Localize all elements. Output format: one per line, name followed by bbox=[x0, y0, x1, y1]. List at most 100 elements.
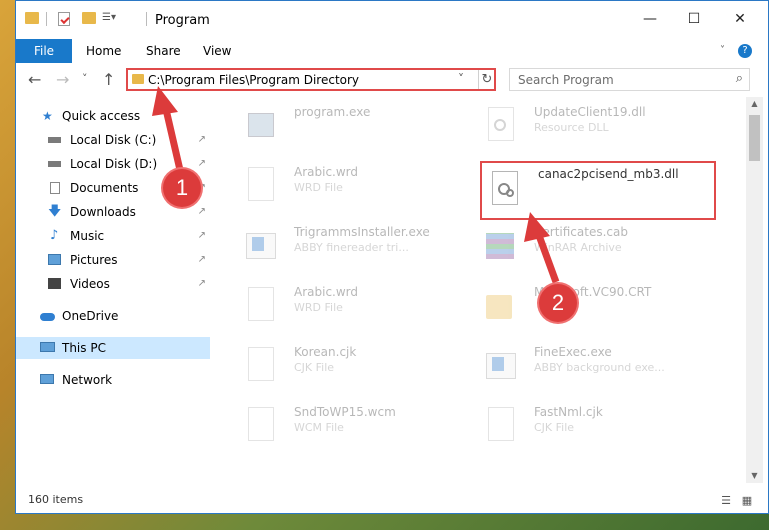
scroll-up-icon[interactable]: ▲ bbox=[746, 97, 763, 111]
maximize-button[interactable]: ☐ bbox=[672, 5, 716, 33]
file-item-fastnml-cjk[interactable]: FastNml.cjk CJK File bbox=[484, 403, 719, 447]
exe-icon bbox=[484, 347, 516, 383]
music-icon: ♪ bbox=[50, 228, 59, 243]
document-icon bbox=[244, 167, 274, 203]
nav-quick-access[interactable]: ★ Quick access bbox=[16, 105, 210, 127]
nav-local-disk-c[interactable]: Local Disk (C:) ↗ bbox=[16, 129, 210, 151]
file-name: Certificates.cab bbox=[534, 225, 628, 239]
file-name: FastNml.cjk bbox=[534, 405, 603, 419]
installer-icon bbox=[244, 227, 276, 263]
pin-icon[interactable]: ↗ bbox=[198, 201, 206, 223]
help-icon[interactable]: ? bbox=[738, 44, 752, 58]
large-icons-view-icon[interactable]: ▦ bbox=[740, 494, 754, 508]
nav-label: Videos bbox=[70, 277, 110, 291]
up-button[interactable]: ↑ bbox=[102, 70, 115, 89]
network-icon bbox=[40, 374, 54, 384]
file-item-certificates-cab[interactable]: Certificates.cab WinRAR Archive bbox=[484, 223, 719, 267]
file-explorer-window: ☰▾ Program — ☐ ✕ File Home Share View ˅ … bbox=[15, 0, 769, 514]
file-name: Arabic.wrd bbox=[294, 285, 359, 299]
properties-icon[interactable] bbox=[58, 12, 70, 26]
chevron-down-icon[interactable]: ˅ bbox=[458, 72, 464, 86]
search-placeholder: Search Program bbox=[518, 73, 614, 87]
file-item-trigramms-installer[interactable]: TrigrammsInstaller.exe ABBY finereader t… bbox=[244, 223, 479, 267]
window-title: Program bbox=[155, 13, 210, 28]
pin-icon[interactable]: ↗ bbox=[198, 273, 206, 295]
scroll-thumb[interactable] bbox=[749, 115, 760, 161]
file-type: WRD File bbox=[294, 181, 343, 194]
close-button[interactable]: ✕ bbox=[718, 5, 762, 33]
nav-label: Documents bbox=[70, 181, 139, 195]
details-view-icon[interactable]: ☰ bbox=[719, 494, 733, 508]
forward-button[interactable]: → bbox=[56, 70, 69, 89]
file-item-sndtowp15[interactable]: SndToWP15.wcm WCM File bbox=[244, 403, 479, 447]
nav-network[interactable]: Network bbox=[16, 369, 210, 391]
address-path[interactable]: C:\Program Files\Program Directory bbox=[148, 73, 359, 87]
pin-icon[interactable]: ↗ bbox=[198, 249, 206, 271]
customize-toolbar-icon[interactable]: ☰▾ bbox=[102, 12, 122, 24]
file-type: WinRAR Archive bbox=[534, 241, 622, 254]
file-item-fineexec-exe[interactable]: FineExec.exe ABBY background exe... bbox=[484, 343, 719, 387]
file-type: CJK File bbox=[294, 361, 335, 374]
pin-icon[interactable]: ↗ bbox=[198, 129, 206, 151]
nav-videos[interactable]: Videos ↗ bbox=[16, 273, 210, 295]
download-icon: 🡇 bbox=[48, 204, 62, 219]
file-type: CJK File bbox=[534, 421, 575, 434]
divider bbox=[46, 12, 47, 26]
file-item-program-exe[interactable]: program.exe bbox=[244, 103, 479, 147]
address-bar[interactable]: C:\Program Files\Program Directory ˅ ↻ bbox=[126, 68, 496, 91]
document-icon bbox=[484, 407, 514, 443]
pin-icon[interactable]: ↗ bbox=[198, 225, 206, 247]
back-button[interactable]: ← bbox=[28, 70, 41, 89]
refresh-button[interactable]: ↻ bbox=[478, 70, 495, 89]
folder-icon bbox=[25, 12, 39, 24]
ribbon-tabs: File Home Share View ˅ ? bbox=[16, 39, 768, 83]
file-type: ABBY finereader tri... bbox=[294, 241, 409, 254]
expand-ribbon-icon[interactable]: ˅ bbox=[708, 39, 737, 63]
status-bar: 160 items ☰ ▦ bbox=[16, 491, 768, 513]
file-item-korean-cjk[interactable]: Korean.cjk CJK File bbox=[244, 343, 479, 387]
file-item-arabic-wrd[interactable]: Arabic.wrd WRD File bbox=[244, 163, 479, 207]
recent-locations-button[interactable]: ˅ bbox=[82, 72, 88, 85]
archive-icon bbox=[484, 227, 514, 263]
search-icon[interactable]: ⌕ bbox=[736, 71, 743, 86]
file-item-microsoft-vc90-crt[interactable]: Microsoft.VC90.CRT bbox=[484, 283, 719, 327]
file-name: UpdateClient19.dll bbox=[534, 105, 646, 119]
pin-icon[interactable]: ↗ bbox=[198, 153, 206, 175]
folder-icon bbox=[132, 74, 144, 84]
file-name: program.exe bbox=[294, 105, 371, 119]
nav-label: Downloads bbox=[70, 205, 136, 219]
nav-this-pc[interactable]: This PC bbox=[16, 337, 210, 359]
file-type: Resource DLL bbox=[534, 121, 609, 134]
nav-label: Local Disk (D:) bbox=[70, 157, 158, 171]
drive-icon bbox=[48, 137, 61, 143]
address-row: ← → ˅ ↑ C:\Program Files\Program Directo… bbox=[16, 63, 768, 97]
item-count: 160 items bbox=[28, 493, 84, 506]
nav-label: Pictures bbox=[70, 253, 118, 267]
file-name: canac2pcisend_mb3.dll bbox=[538, 167, 679, 181]
star-icon: ★ bbox=[42, 109, 53, 123]
videos-icon bbox=[48, 278, 61, 289]
nav-music[interactable]: ♪ Music ↗ bbox=[16, 225, 210, 247]
file-type: ABBY background exe... bbox=[534, 361, 665, 374]
tab-share[interactable]: Share bbox=[134, 39, 193, 63]
file-item-updateclient19[interactable]: UpdateClient19.dll Resource DLL bbox=[484, 103, 719, 147]
callout-badge-2: 2 bbox=[539, 284, 577, 322]
callout-badge-1: 1 bbox=[163, 169, 201, 207]
search-input[interactable]: Search Program ⌕ bbox=[509, 68, 750, 91]
scroll-down-icon[interactable]: ▼ bbox=[746, 469, 763, 483]
minimize-button[interactable]: — bbox=[628, 5, 672, 33]
file-type: WCM File bbox=[294, 421, 344, 434]
file-type: WRD File bbox=[294, 301, 343, 314]
tab-view[interactable]: View bbox=[191, 39, 243, 63]
nav-onedrive[interactable]: OneDrive bbox=[16, 305, 210, 327]
tab-home[interactable]: Home bbox=[74, 39, 133, 63]
file-item-arabic-wrd-2[interactable]: Arabic.wrd WRD File bbox=[244, 283, 479, 327]
file-list: program.exe Arabic.wrd WRD File Trigramm… bbox=[210, 97, 740, 483]
folder-icon bbox=[484, 287, 514, 323]
file-item-canac2pcisend-dll[interactable]: canac2pcisend_mb3.dll bbox=[488, 167, 723, 211]
file-name: FineExec.exe bbox=[534, 345, 612, 359]
nav-label: OneDrive bbox=[62, 309, 119, 323]
vertical-scrollbar[interactable]: ▲ ▼ bbox=[746, 97, 763, 483]
nav-pictures[interactable]: Pictures ↗ bbox=[16, 249, 210, 271]
new-folder-icon[interactable] bbox=[82, 12, 96, 24]
